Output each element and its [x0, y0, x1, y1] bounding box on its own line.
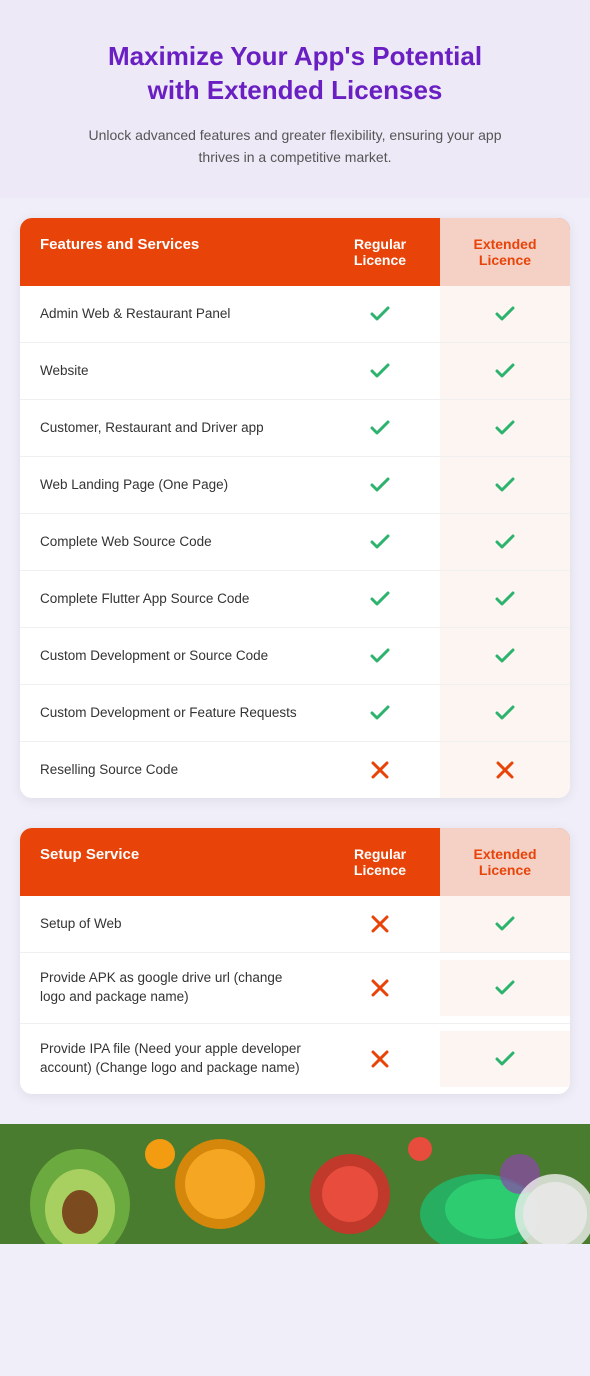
cross-icon: [368, 758, 392, 782]
check-icon: [493, 587, 517, 611]
features-table-header: Features and Services Regular Licence Ex…: [20, 218, 570, 286]
regular-cell: [320, 960, 440, 1016]
row-label: Customer, Restaurant and Driver app: [20, 403, 320, 454]
regular-cell: [320, 457, 440, 513]
check-icon: [493, 912, 517, 936]
check-icon: [493, 1047, 517, 1071]
check-icon: [493, 701, 517, 725]
cross-icon: [368, 1047, 392, 1071]
extended-cell: [440, 286, 570, 342]
check-icon: [368, 644, 392, 668]
check-icon: [493, 302, 517, 326]
extended-cell: [440, 742, 570, 798]
check-icon: [368, 473, 392, 497]
regular-cell: [320, 1031, 440, 1087]
row-label: Provide APK as google drive url (change …: [20, 953, 320, 1023]
table-row: Provide IPA file (Need your apple develo…: [20, 1024, 570, 1094]
cross-icon: [493, 758, 517, 782]
hero-title: Maximize Your App's Potentialwith Extend…: [30, 40, 560, 108]
check-icon: [493, 416, 517, 440]
table-row: Custom Development or Feature Requests: [20, 685, 570, 742]
extended-cell: [440, 960, 570, 1016]
col-regular-label: Regular Licence: [320, 218, 440, 286]
cross-icon: [368, 912, 392, 936]
hero-section: Maximize Your App's Potentialwith Extend…: [0, 0, 590, 198]
check-icon: [368, 530, 392, 554]
table-row: Provide APK as google drive url (change …: [20, 953, 570, 1024]
regular-cell: [320, 514, 440, 570]
check-icon: [368, 701, 392, 725]
col-extended-label2: Extended Licence: [440, 828, 570, 896]
row-label: Complete Web Source Code: [20, 517, 320, 568]
check-icon: [493, 473, 517, 497]
setup-table: Setup Service Regular Licence Extended L…: [20, 828, 570, 1094]
col-features-label: Features and Services: [20, 218, 320, 286]
table-row: Custom Development or Source Code: [20, 628, 570, 685]
check-icon: [368, 416, 392, 440]
regular-cell: [320, 896, 440, 952]
row-label: Web Landing Page (One Page): [20, 460, 320, 511]
check-icon: [368, 587, 392, 611]
table-row: Complete Flutter App Source Code: [20, 571, 570, 628]
regular-cell: [320, 286, 440, 342]
setup-table-header: Setup Service Regular Licence Extended L…: [20, 828, 570, 896]
check-icon: [493, 530, 517, 554]
row-label: Complete Flutter App Source Code: [20, 574, 320, 625]
extended-cell: [440, 628, 570, 684]
row-label: Admin Web & Restaurant Panel: [20, 289, 320, 340]
regular-cell: [320, 343, 440, 399]
extended-cell: [440, 685, 570, 741]
extended-cell: [440, 571, 570, 627]
table-row: Setup of Web: [20, 896, 570, 953]
table-row: Web Landing Page (One Page): [20, 457, 570, 514]
check-icon: [493, 976, 517, 1000]
food-illustration: [0, 1124, 590, 1244]
extended-cell: [440, 400, 570, 456]
check-icon: [368, 302, 392, 326]
table-row: Admin Web & Restaurant Panel: [20, 286, 570, 343]
col-regular-label2: Regular Licence: [320, 828, 440, 896]
row-label: Website: [20, 346, 320, 397]
hero-subtitle: Unlock advanced features and greater fle…: [75, 124, 515, 169]
regular-cell: [320, 685, 440, 741]
food-image-strip: [0, 1124, 590, 1244]
regular-cell: [320, 628, 440, 684]
extended-cell: [440, 896, 570, 952]
cross-icon: [368, 976, 392, 1000]
regular-cell: [320, 742, 440, 798]
row-label: Reselling Source Code: [20, 745, 320, 796]
col-extended-label: Extended Licence: [440, 218, 570, 286]
table-row: Customer, Restaurant and Driver app: [20, 400, 570, 457]
features-table: Features and Services Regular Licence Ex…: [20, 218, 570, 798]
row-label: Custom Development or Feature Requests: [20, 688, 320, 739]
row-label: Provide IPA file (Need your apple develo…: [20, 1024, 320, 1094]
extended-cell: [440, 514, 570, 570]
extended-cell: [440, 1031, 570, 1087]
regular-cell: [320, 571, 440, 627]
row-label: Custom Development or Source Code: [20, 631, 320, 682]
extended-cell: [440, 457, 570, 513]
check-icon: [368, 359, 392, 383]
table-row: Reselling Source Code: [20, 742, 570, 798]
row-label: Setup of Web: [20, 899, 320, 950]
col-setup-label: Setup Service: [20, 828, 320, 896]
regular-cell: [320, 400, 440, 456]
table-row: Complete Web Source Code: [20, 514, 570, 571]
table-row: Website: [20, 343, 570, 400]
check-icon: [493, 644, 517, 668]
extended-cell: [440, 343, 570, 399]
check-icon: [493, 359, 517, 383]
